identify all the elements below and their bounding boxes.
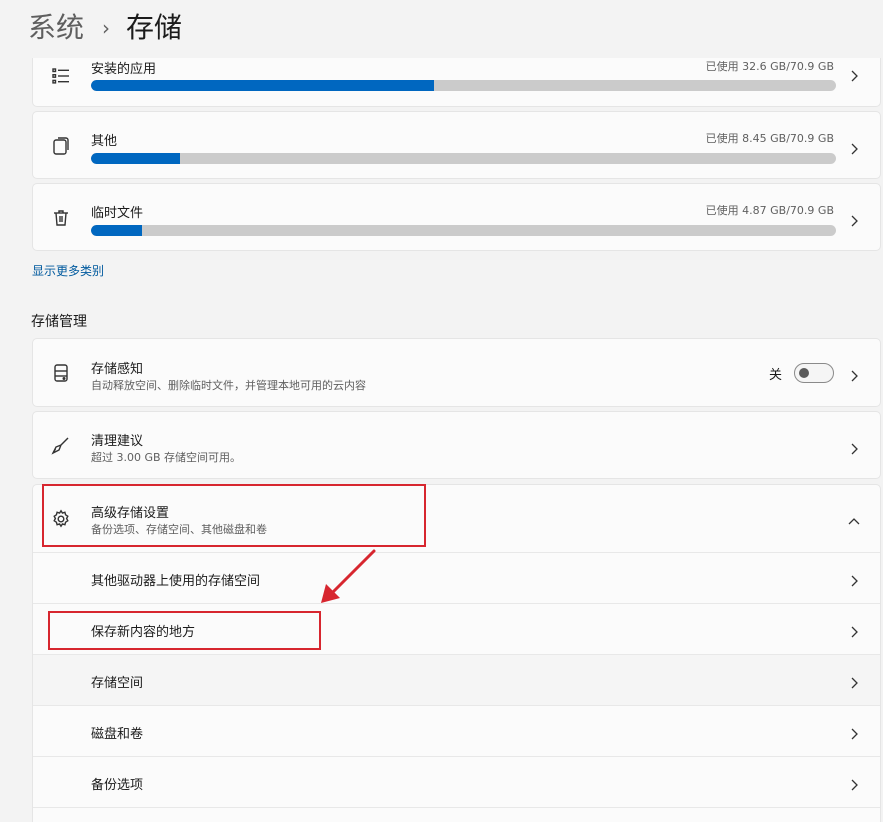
usage-bar-fill [91,225,143,236]
chevron-right-icon [848,440,860,455]
chevron-right-icon [848,674,860,689]
cleanup-subtitle: 超过 3.00 GB 存储空间可用。 [91,451,242,464]
advanced-storage-settings-header[interactable]: 高级存储设置 备份选项、存储空间、其他磁盘和卷 [33,485,880,552]
breadcrumb: 系统 › 存储 [28,8,182,48]
submenu-save-new-content[interactable]: 保存新内容的地方 [33,603,880,654]
category-installed-apps[interactable]: 安装的应用 已使用 32.6 GB/70.9 GB [32,58,881,107]
page-title: 存储 [126,11,183,44]
category-name: 安装的应用 [91,62,157,77]
category-name: 临时文件 [91,206,144,221]
storage-sense-row[interactable]: 存储感知 自动释放空间、删除临时文件，并管理本地可用的云内容 关 [32,338,881,407]
chevron-right-icon [848,623,860,638]
submenu-label: 其他驱动器上使用的存储空间 [91,574,261,589]
cleanup-title: 清理建议 [91,434,144,449]
broom-icon [49,434,73,458]
toggle-knob [799,368,809,378]
usage-bar [91,153,836,164]
usage-bar-fill [91,80,434,91]
usage-bar-fill [91,153,181,164]
submenu-label: 存储空间 [91,676,144,691]
usage-bar [91,225,836,236]
category-usage: 已使用 4.87 GB/70.9 GB [705,204,834,217]
cleanup-recommendations-row[interactable]: 清理建议 超过 3.00 GB 存储空间可用。 [32,411,881,479]
advanced-storage-title: 高级存储设置 [91,506,170,521]
chevron-right-icon [848,572,860,587]
storage-sense-toggle-group: 关 [769,363,834,383]
section-title-storage-management: 存储管理 [31,314,87,330]
storage-sense-subtitle: 自动释放空间、删除临时文件，并管理本地可用的云内容 [91,379,366,392]
chevron-right-icon [848,140,860,155]
category-usage: 已使用 8.45 GB/70.9 GB [705,132,834,145]
chevron-right-icon [848,212,860,227]
app-list-icon [49,64,73,88]
trash-icon [49,206,73,230]
submenu-disks-volumes[interactable]: 磁盘和卷 [33,705,880,756]
chevron-right-icon [848,67,860,82]
category-temp-files[interactable]: 临时文件 已使用 4.87 GB/70.9 GB [32,183,881,251]
category-other[interactable]: 其他 已使用 8.45 GB/70.9 GB [32,111,881,179]
chevron-right-icon [848,367,860,382]
submenu-next-row [33,807,880,822]
submenu-label: 磁盘和卷 [91,727,144,742]
gear-icon [49,507,73,531]
breadcrumb-system[interactable]: 系统 [28,8,84,48]
storage-drive-icon [49,361,73,385]
other-files-icon [49,134,73,158]
storage-sense-toggle[interactable] [794,363,834,383]
category-name: 其他 [91,134,118,149]
chevron-right-icon [848,776,860,791]
breadcrumb-separator: › [102,16,111,40]
annotation-arrow-icon [321,549,376,603]
advanced-storage-settings-group: 高级存储设置 备份选项、存储空间、其他磁盘和卷 其他驱动器上使用的存储空间 保存… [32,484,881,822]
category-usage: 已使用 32.6 GB/70.9 GB [705,60,834,73]
submenu-label: 备份选项 [91,778,144,793]
submenu-other-drives-storage[interactable]: 其他驱动器上使用的存储空间 [33,552,880,603]
submenu-backup-options[interactable]: 备份选项 [33,756,880,807]
advanced-storage-subtitle: 备份选项、存储空间、其他磁盘和卷 [91,523,267,536]
chevron-right-icon [848,725,860,740]
submenu-storage-spaces[interactable]: 存储空间 [33,654,880,705]
usage-bar [91,80,836,91]
show-more-categories-link[interactable]: 显示更多类别 [32,262,104,279]
toggle-state-label: 关 [768,367,782,383]
chevron-up-icon[interactable] [848,513,860,525]
storage-sense-title: 存储感知 [91,362,144,377]
submenu-label: 保存新内容的地方 [91,625,196,640]
